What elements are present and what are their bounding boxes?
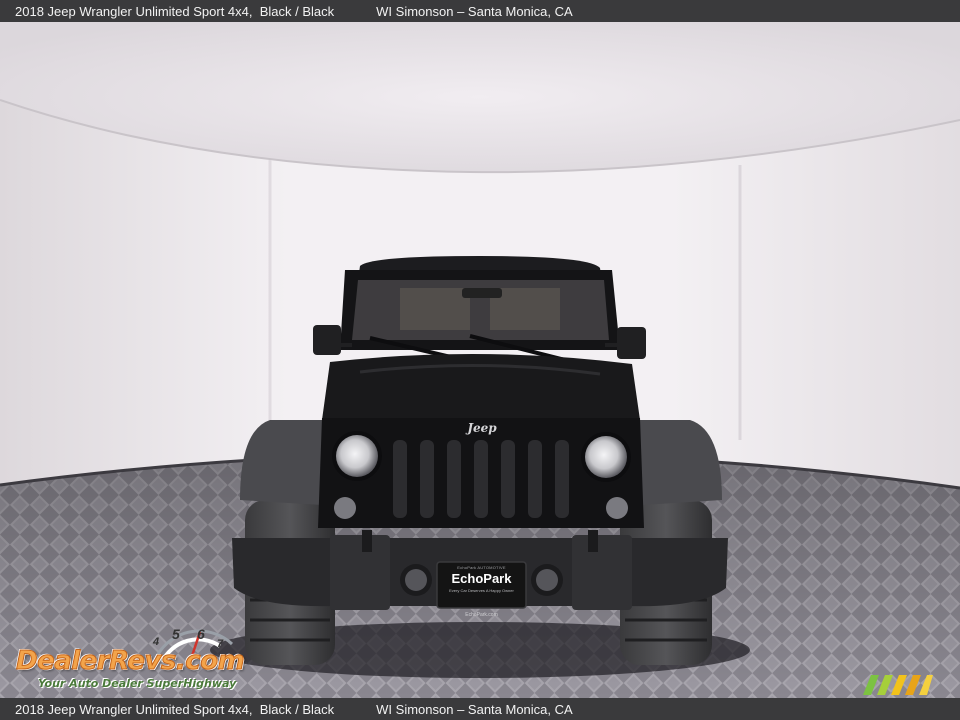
vehicle-title: 2018 Jeep Wrangler Unlimited Sport 4x4, — [15, 3, 253, 19]
plate-url: EchoPark.com — [465, 612, 498, 618]
watermark-tagline: Your Auto Dealer SuperHighway — [38, 677, 237, 690]
vehicle-color: Black / Black — [259, 3, 335, 19]
watermark-brand: DealerRevs.com — [15, 646, 245, 677]
plate-top-text: EchoPark AUTOMOTIVE — [457, 565, 506, 570]
grille-logo: Jeep — [467, 421, 497, 435]
dealerrevs-watermark: 4 5 6 7 DealerRevs.com Your Auto Dealer … — [12, 622, 262, 694]
vehicle-photo — [0, 22, 960, 698]
vehicle-title-bottom: 2018 Jeep Wrangler Unlimited Sport 4x4, — [15, 701, 253, 717]
dealer-location: WI Simonson – Santa Monica, CA — [376, 3, 573, 19]
plate-brand: EchoPark — [451, 571, 512, 586]
stripes-logo-icon — [863, 675, 933, 695]
gauge-number-6: 6 — [197, 626, 205, 642]
plate-slogan: Every Car Deserves A Happy Owner — [449, 588, 514, 593]
dealer-location-bottom: WI Simonson – Santa Monica, CA — [376, 701, 573, 717]
caption-bar-top: 2018 Jeep Wrangler Unlimited Sport 4x4, … — [0, 0, 960, 22]
caption-bar-bottom: 2018 Jeep Wrangler Unlimited Sport 4x4, … — [0, 698, 960, 720]
gauge-number-5: 5 — [172, 626, 180, 642]
vehicle-color-bottom: Black / Black — [259, 701, 335, 717]
